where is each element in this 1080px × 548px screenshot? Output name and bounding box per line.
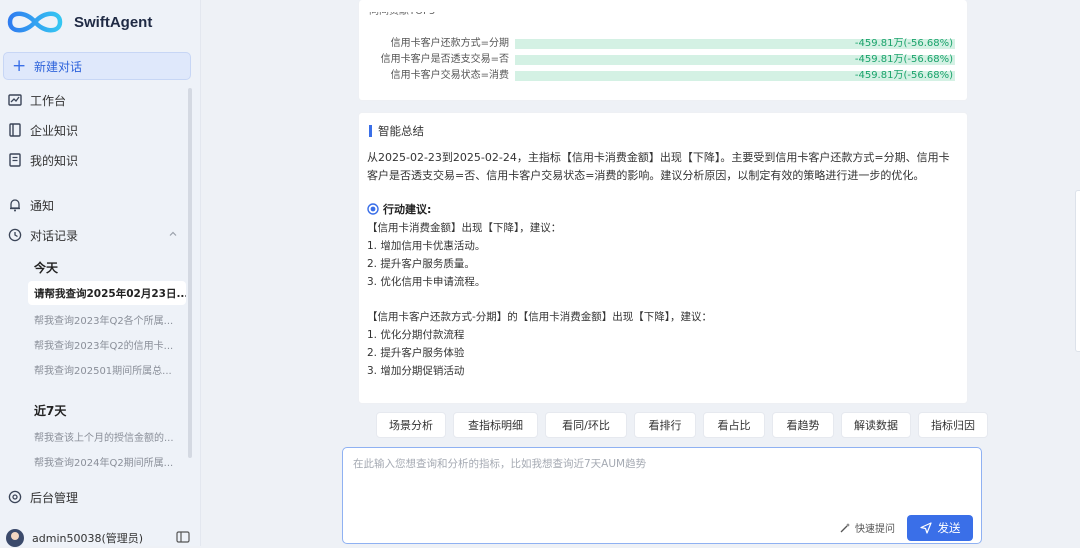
sidebar-item-admin[interactable]: 后台管理 bbox=[8, 486, 78, 508]
contribution-bar: -459.81万(-56.68%) bbox=[515, 39, 955, 49]
suggestion-line: 1. 增加信用卡优惠活动。 bbox=[367, 240, 486, 252]
history-item[interactable]: 帮我查询202501期间所属总... bbox=[34, 362, 182, 377]
history-item[interactable]: 帮我查询2023年Q2的信用卡... bbox=[34, 337, 182, 352]
user-name: admin50038(管理员) bbox=[32, 532, 144, 545]
clock-icon bbox=[8, 228, 22, 242]
history-group-week: 近7天 bbox=[34, 404, 67, 418]
chip-yoy-mom[interactable]: 看同/环比 bbox=[545, 412, 627, 438]
infinity-logo-icon bbox=[7, 11, 63, 33]
history-group-today: 今天 bbox=[34, 261, 59, 275]
contribution-value: -459.81万(-56.68%) bbox=[854, 54, 953, 65]
sidebar: SwiftAgent + 新建对话 工作台 企业知识 我的知识 通知 对话记录 … bbox=[0, 0, 201, 548]
sidebar-item-my-knowledge[interactable]: 我的知识 bbox=[8, 149, 78, 171]
send-button[interactable]: 发送 bbox=[907, 515, 973, 541]
suggestion-line: 【信用卡客户还款方式-分期】的【信用卡消费金额】出现【下降】，建议： bbox=[367, 311, 713, 323]
user-profile[interactable]: admin50038(管理员) bbox=[6, 528, 143, 548]
contribution-top5-card: 同间贡献TOP5 信用卡客户还款方式=分期-459.81万(-56.68%)信用… bbox=[358, 0, 968, 101]
suggestion-line: 2. 提升客户服务质量。 bbox=[367, 258, 475, 270]
bell-icon bbox=[10, 199, 20, 212]
history-item[interactable]: 帮我查询2023年Q2各个所属... bbox=[34, 312, 182, 327]
action-title: 行动建议: bbox=[383, 203, 432, 216]
side-panel-handle[interactable] bbox=[1075, 190, 1080, 352]
sidebar-scrollbar[interactable] bbox=[188, 88, 192, 458]
contribution-row: 信用卡客户还款方式=分期 -459.81万(-56.68%) bbox=[359, 38, 967, 50]
suggestion-line: 3. 增加分期促销活动 bbox=[367, 365, 465, 377]
query-input-box: 快速提问 发送 bbox=[342, 447, 982, 544]
summary-text: 从2025-02-23到2025-02-24，主指标【信用卡消费金额】出现【下降… bbox=[367, 151, 950, 182]
smart-summary-card: 智能总结 从2025-02-23到2025-02-24，主指标【信用卡消费金额】… bbox=[358, 112, 968, 404]
suggestion-line: 1. 优化分期付款流程 bbox=[367, 329, 465, 341]
top5-title: 同间贡献TOP5 bbox=[369, 12, 435, 19]
sidebar-item-label: 通知 bbox=[30, 198, 55, 213]
sidebar-item-enterprise-knowledge[interactable]: 企业知识 bbox=[8, 119, 78, 141]
app-logo[interactable]: SwiftAgent bbox=[4, 4, 152, 40]
app-name: SwiftAgent bbox=[74, 13, 153, 31]
chip-scene-analysis[interactable]: 场景分析 bbox=[376, 412, 446, 438]
suggestion-line: 3. 优化信用卡申请流程。 bbox=[367, 276, 486, 288]
plus-icon: + bbox=[12, 56, 27, 76]
accent-bar bbox=[369, 125, 372, 137]
sidebar-item-workbench[interactable]: 工作台 bbox=[8, 89, 66, 111]
summary-title: 智能总结 bbox=[378, 124, 424, 138]
query-input[interactable] bbox=[351, 454, 975, 518]
sidebar-item-label: 我的知识 bbox=[30, 153, 79, 168]
quick-question-label: 快速提问 bbox=[855, 524, 895, 535]
chevron-up-icon[interactable] bbox=[168, 229, 178, 239]
contribution-bar: -459.81万(-56.68%) bbox=[515, 55, 955, 65]
contribution-label: 信用卡客户是否透支交易=否 bbox=[380, 54, 509, 65]
quick-question-button[interactable]: 快速提问 bbox=[839, 520, 895, 535]
contribution-label: 信用卡客户交易状态=消费 bbox=[390, 70, 509, 81]
sidebar-item-label: 对话记录 bbox=[30, 228, 79, 243]
history-item-active[interactable]: 请帮我查询2025年02月23日... bbox=[28, 281, 186, 305]
chip-trend[interactable]: 看趋势 bbox=[772, 412, 834, 438]
target-icon bbox=[367, 203, 379, 215]
dashboard-icon bbox=[8, 94, 22, 106]
contribution-value: -459.81万(-56.68%) bbox=[854, 38, 953, 49]
book-icon bbox=[9, 123, 21, 137]
contribution-row: 信用卡客户交易状态=消费 -459.81万(-56.68%) bbox=[359, 70, 967, 82]
sidebar-item-label: 工作台 bbox=[30, 93, 67, 108]
chip-share[interactable]: 看占比 bbox=[703, 412, 765, 438]
history-item[interactable]: 帮我查该上个月的授信金额的... bbox=[34, 429, 182, 444]
new-chat-label: 新建对话 bbox=[34, 59, 83, 74]
settings-icon bbox=[8, 490, 22, 504]
sidebar-item-notifications[interactable]: 通知 bbox=[8, 194, 54, 216]
send-label: 发送 bbox=[937, 521, 961, 535]
contribution-value: -459.81万(-56.68%) bbox=[854, 70, 953, 81]
magic-wand-icon bbox=[840, 522, 850, 532]
contribution-row: 信用卡客户是否透支交易=否 -459.81万(-56.68%) bbox=[359, 54, 967, 66]
new-chat-button[interactable]: + 新建对话 bbox=[3, 52, 191, 80]
sidebar-item-label: 企业知识 bbox=[30, 123, 79, 138]
contribution-label: 信用卡客户还款方式=分期 bbox=[390, 38, 509, 49]
notebook-icon bbox=[9, 153, 21, 167]
send-icon bbox=[919, 522, 932, 534]
history-item[interactable]: 帮我查询2024年Q2期间所属... bbox=[34, 454, 182, 469]
chip-interpret-data[interactable]: 解读数据 bbox=[841, 412, 911, 438]
suggestion-line: 2. 提升客户服务体验 bbox=[367, 347, 465, 359]
chip-ranking[interactable]: 看排行 bbox=[634, 412, 696, 438]
summary-header: 智能总结 bbox=[369, 123, 424, 139]
sidebar-item-label: 后台管理 bbox=[30, 490, 79, 505]
avatar bbox=[6, 529, 24, 547]
suggestion-line: 【信用卡消费金额】出现【下降】，建议： bbox=[367, 222, 562, 234]
sidebar-item-chat-history[interactable]: 对话记录 bbox=[8, 224, 78, 246]
action-suggestion-header: 行动建议: bbox=[367, 201, 431, 217]
chip-metric-attribution[interactable]: 指标归因 bbox=[918, 412, 988, 438]
chip-metric-detail[interactable]: 查指标明细 bbox=[453, 412, 538, 438]
contribution-bar: -459.81万(-56.68%) bbox=[515, 71, 955, 81]
sidebar-collapse-icon[interactable] bbox=[176, 531, 190, 543]
